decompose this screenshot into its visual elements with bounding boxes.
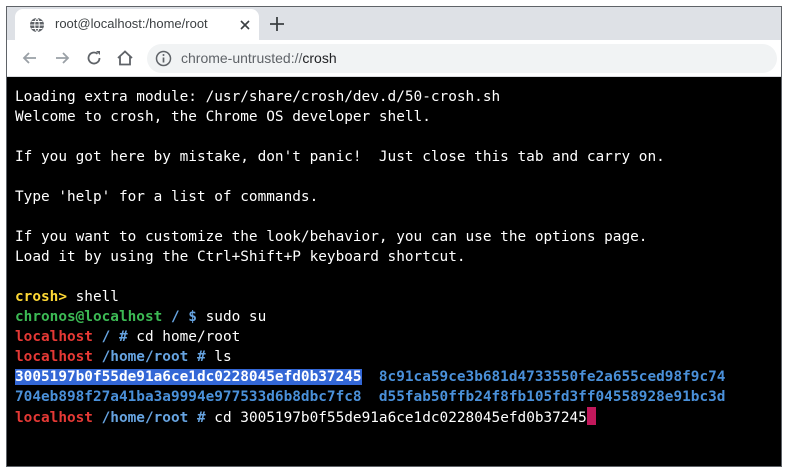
terminal-line: Loading extra module: /usr/share/crosh/d… (15, 89, 501, 105)
command-text: ls (205, 349, 232, 365)
terminal-line: Type 'help' for a list of commands. (15, 189, 319, 205)
url-host: crosh (302, 50, 337, 66)
toolbar: chrome-untrusted://crosh (7, 40, 781, 77)
prompt-path: / # (92, 329, 128, 345)
text-cursor (586, 407, 596, 425)
directory-entry[interactable]: d55fab50ffb24f8fb105fd3ff04558928e91bc3d (379, 389, 726, 405)
command-text: shell (66, 289, 119, 305)
omnibox[interactable]: chrome-untrusted://crosh (147, 44, 777, 73)
browser-window: root@localhost:/home/root chrome-untrust… (6, 6, 782, 467)
terminal-prompt-line: localhost / # cd home/root (15, 327, 781, 347)
terminal-line: If you want to customize the look/behavi… (15, 229, 648, 245)
terminal-prompt-line: chronos@localhost / $ sudo su (15, 307, 781, 327)
terminal-prompt-line: crosh> shell (15, 287, 781, 307)
terminal-prompt-line: localhost /home/root # cd 3005197b0f55de… (15, 407, 781, 427)
terminal[interactable]: Loading extra module: /usr/share/crosh/d… (7, 77, 781, 466)
reload-icon[interactable] (85, 49, 103, 67)
arrow-left-icon[interactable] (21, 49, 39, 67)
prompt-user: chronos@localhost (15, 309, 163, 325)
tab-crosh[interactable]: root@localhost:/home/root (15, 9, 259, 40)
info-icon[interactable] (155, 50, 172, 67)
prompt-host: localhost (15, 349, 93, 365)
command-text: sudo su (196, 309, 267, 325)
directory-entry[interactable]: 704eb898f27a41ba3a9994e977533d6b8dbc7fc8 (15, 389, 362, 405)
arrow-right-icon[interactable] (53, 49, 71, 67)
home-icon[interactable] (116, 49, 134, 67)
command-text: cd home/root (127, 329, 241, 345)
crosh-prompt: crosh> (15, 289, 67, 305)
plus-icon[interactable] (267, 14, 287, 34)
ls-output-line: 704eb898f27a41ba3a9994e977533d6b8dbc7fc8… (15, 387, 781, 407)
terminal-line: Welcome to crosh, the Chrome OS develope… (15, 109, 431, 125)
globe-icon (30, 17, 44, 33)
prompt-path: / $ (162, 309, 197, 325)
terminal-line: Load it by using the Ctrl+Shift+P keyboa… (15, 249, 466, 265)
terminal-prompt-line: localhost /home/root # ls (15, 347, 781, 367)
command-input[interactable]: cd 3005197b0f55de91a6ce1dc0228045efd0b37… (206, 410, 587, 426)
terminal-line: If you got here by mistake, don't panic!… (15, 149, 665, 165)
prompt-path: /home/root # (92, 410, 206, 426)
prompt-path: /home/root # (92, 349, 206, 365)
omnibox-url: chrome-untrusted://crosh (181, 50, 337, 66)
ls-output-line: 3005197b0f55de91a6ce1dc0228045efd0b37245… (15, 367, 781, 387)
url-scheme: chrome-untrusted:// (181, 50, 303, 66)
prompt-host: localhost (15, 410, 93, 426)
prompt-host: localhost (15, 329, 93, 345)
tab-strip: root@localhost:/home/root (7, 7, 781, 40)
directory-entry[interactable]: 8c91ca59ce3b681d4733550fe2a655ced98f9c74 (379, 369, 726, 385)
tab-title: root@localhost:/home/root (55, 16, 208, 31)
directory-entry-selected[interactable]: 3005197b0f55de91a6ce1dc0228045efd0b37245 (15, 369, 362, 385)
close-icon[interactable] (237, 17, 253, 33)
